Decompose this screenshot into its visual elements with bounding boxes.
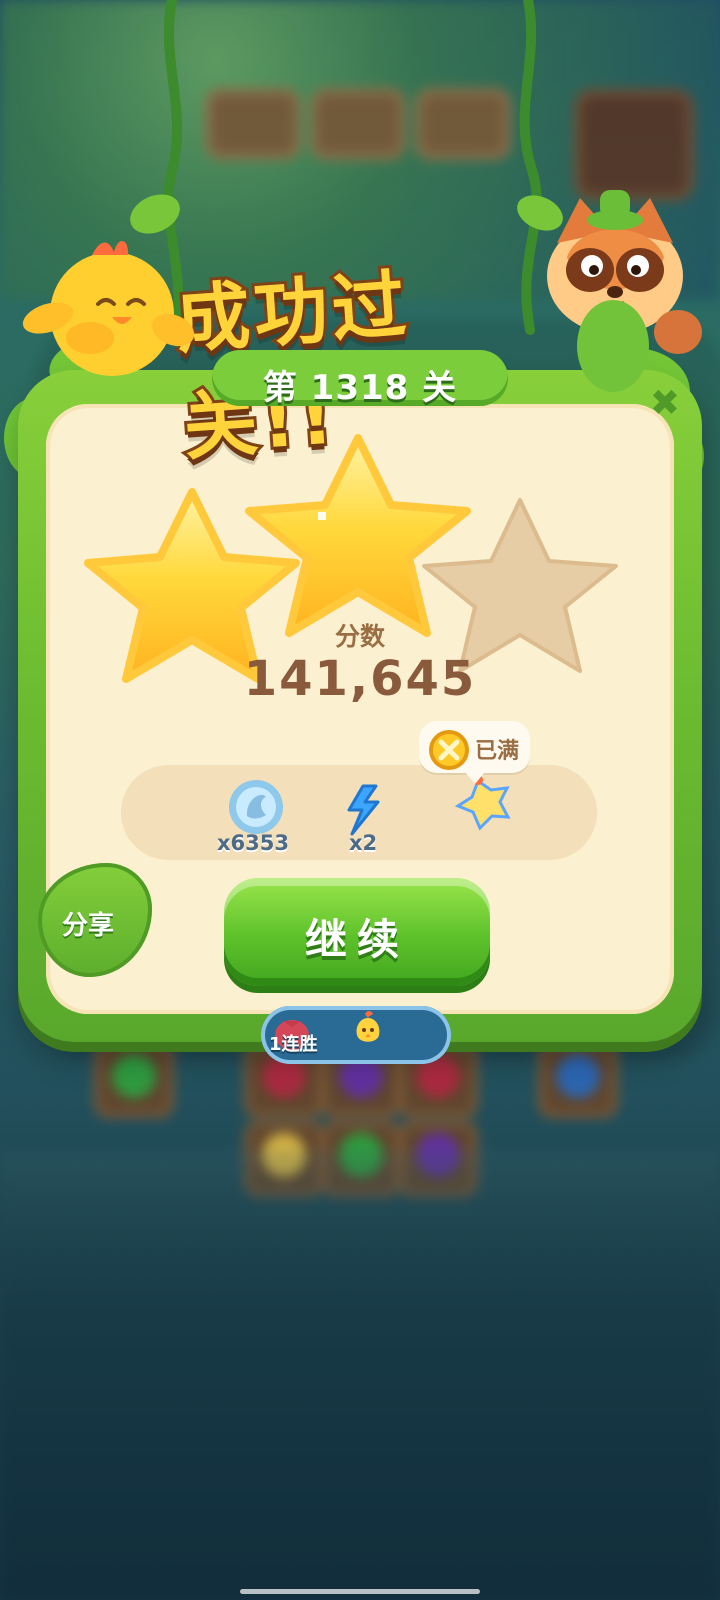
home-indicator[interactable] xyxy=(240,1589,480,1594)
continue-button[interactable]: 继续 xyxy=(224,878,490,986)
tooltip-text: 已满 xyxy=(475,739,520,764)
continue-button-label: 继续 xyxy=(304,915,409,964)
chick-icon xyxy=(356,1011,380,1042)
share-button-label: 分享 xyxy=(62,911,115,941)
streak-label: 1连胜 xyxy=(269,1034,318,1055)
streak-indicator: 1连胜 xyxy=(261,1006,451,1064)
reward-icons xyxy=(229,775,511,836)
lightning-reward-icon xyxy=(347,784,380,836)
reward-full-tooltip: 已满 xyxy=(419,721,530,784)
coin-icon xyxy=(429,730,469,770)
coin-count: x6353 xyxy=(217,831,289,855)
lightning-count: x2 xyxy=(349,831,378,855)
coin-reward-icon xyxy=(229,780,283,834)
